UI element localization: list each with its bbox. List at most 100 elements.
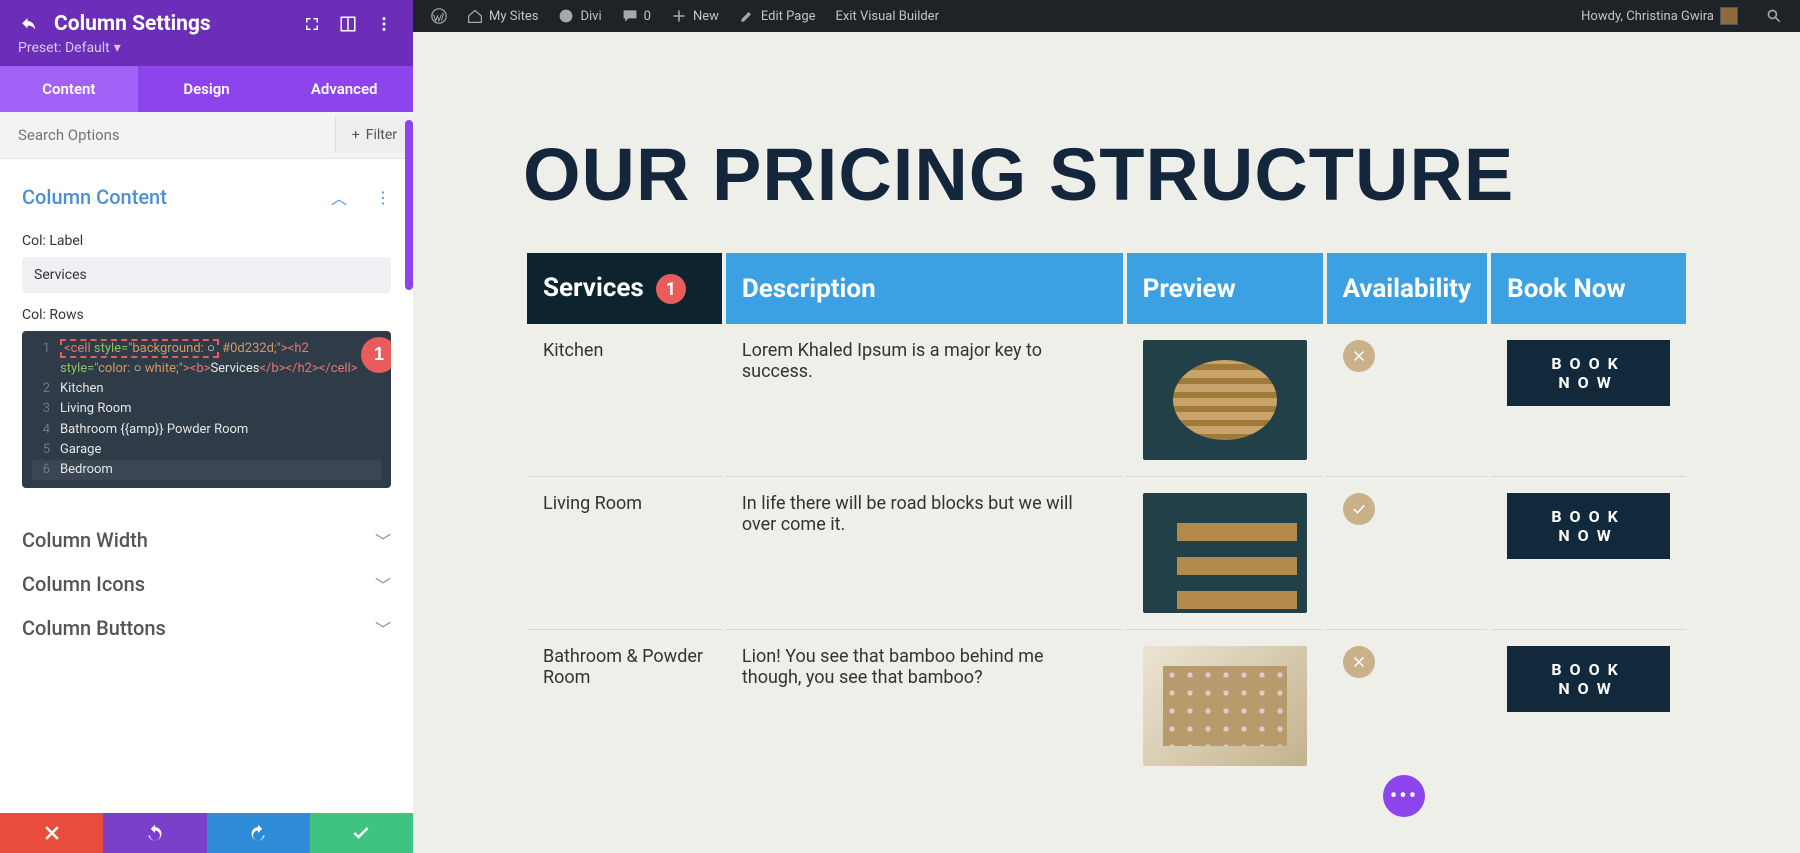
- x-icon: [1350, 653, 1368, 671]
- tab-advanced[interactable]: Advanced: [275, 66, 413, 112]
- ellipsis-icon: •••: [1390, 784, 1418, 809]
- book-button[interactable]: BOOK NOW: [1507, 646, 1670, 712]
- fab-more[interactable]: •••: [1383, 775, 1425, 817]
- chevron-down-icon: ▾: [114, 40, 121, 56]
- divi-icon: [558, 8, 574, 24]
- back-arrow-icon: [20, 15, 38, 33]
- comment-icon: [622, 8, 638, 24]
- cell-service: Living Room: [527, 476, 722, 629]
- th-description: Description: [726, 253, 1123, 324]
- drag-button[interactable]: [337, 13, 359, 35]
- back-button[interactable]: [18, 13, 40, 35]
- expand-button[interactable]: [301, 13, 323, 35]
- exit-builder-link[interactable]: Exit Visual Builder: [826, 0, 949, 32]
- check-icon: [351, 823, 371, 843]
- cell-availability: [1327, 476, 1488, 629]
- check-icon: [1350, 500, 1368, 518]
- cell-desc: In life there will be road blocks but we…: [726, 476, 1123, 629]
- book-button[interactable]: BOOK NOW: [1507, 493, 1670, 559]
- panel-title: Column Settings: [54, 12, 287, 36]
- section-column-content[interactable]: Column Content ︿ ⋮: [22, 175, 391, 219]
- cell-availability: [1327, 629, 1488, 782]
- thumbnail: [1143, 340, 1307, 460]
- search-toggle[interactable]: [1756, 0, 1792, 32]
- chevron-up-icon: ︿: [331, 185, 347, 209]
- pricing-table: Services1 Description Preview Availabili…: [523, 253, 1690, 782]
- th-availability: Availability: [1327, 253, 1488, 324]
- expand-icon: [303, 15, 321, 33]
- chevron-down-icon: ﹀: [375, 572, 391, 596]
- cell-book: BOOK NOW: [1491, 629, 1686, 782]
- search-row: + Filter: [0, 112, 413, 159]
- cell-availability: [1327, 324, 1488, 476]
- cell-book: BOOK NOW: [1491, 476, 1686, 629]
- divi-link[interactable]: Divi: [548, 0, 611, 32]
- plus-icon: +: [352, 127, 360, 143]
- redo-button[interactable]: [207, 813, 310, 853]
- table-row: Bathroom & Powder Room Lion! You see tha…: [527, 629, 1686, 782]
- col-label-input[interactable]: [22, 257, 391, 293]
- new-link[interactable]: New: [661, 0, 729, 32]
- header-badge: 1: [656, 274, 686, 304]
- section-column-icons[interactable]: Column Icons﹀: [22, 562, 391, 606]
- th-preview: Preview: [1127, 253, 1323, 324]
- wp-admin-bar: My Sites Divi 0 New Edit Page Exit Visua…: [413, 0, 1800, 32]
- plus-icon: [671, 8, 687, 24]
- page-title: OUR PRICING STRUCTURE: [523, 132, 1690, 217]
- kebab-icon: [375, 15, 393, 33]
- table-row: Living Room In life there will be road b…: [527, 476, 1686, 629]
- cell-service: Bathroom & Powder Room: [527, 629, 722, 782]
- cancel-button[interactable]: [0, 813, 103, 853]
- availability-no: [1343, 646, 1375, 678]
- close-icon: [42, 823, 62, 843]
- x-icon: [1350, 347, 1368, 365]
- panel-body: Column Content ︿ ⋮ Col: Label Col: Rows …: [0, 159, 413, 853]
- cell-preview: [1127, 476, 1323, 629]
- bottom-actions: [0, 813, 413, 853]
- tab-design[interactable]: Design: [138, 66, 276, 112]
- filter-button[interactable]: + Filter: [335, 117, 413, 153]
- availability-no: [1343, 340, 1375, 372]
- avatar: [1720, 7, 1738, 25]
- undo-button[interactable]: [103, 813, 206, 853]
- edit-page-link[interactable]: Edit Page: [729, 0, 826, 32]
- chevron-down-icon: ﹀: [375, 528, 391, 552]
- code-badge-1: 1: [361, 337, 391, 373]
- wordpress-icon: [431, 8, 447, 24]
- save-button[interactable]: [310, 813, 413, 853]
- redo-icon: [248, 823, 268, 843]
- thumbnail: [1143, 646, 1307, 766]
- panel-scrollbar[interactable]: [405, 120, 413, 290]
- panel-header: Column Settings Preset: Default ▾: [0, 0, 413, 66]
- panel-tabs: Content Design Advanced: [0, 66, 413, 112]
- page-preview: OUR PRICING STRUCTURE Services1 Descript…: [413, 32, 1800, 853]
- section-column-buttons[interactable]: Column Buttons﹀: [22, 606, 391, 650]
- search-icon: [1766, 8, 1782, 24]
- search-input[interactable]: [0, 112, 335, 158]
- cell-desc: Lion! You see that bamboo behind me thou…: [726, 629, 1123, 782]
- book-button[interactable]: BOOK NOW: [1507, 340, 1670, 406]
- th-services: Services1: [527, 253, 722, 324]
- layout-icon: [339, 15, 357, 33]
- tab-content[interactable]: Content: [0, 66, 138, 112]
- preset-selector[interactable]: Preset: Default ▾: [18, 40, 395, 56]
- pencil-icon: [739, 8, 755, 24]
- sites-icon: [467, 8, 483, 24]
- availability-yes: [1343, 493, 1375, 525]
- col-rows-label: Col: Rows: [22, 307, 391, 323]
- my-sites-link[interactable]: My Sites: [457, 0, 548, 32]
- code-editor[interactable]: 1 1<cell style="background: ○ #0d232d;">…: [22, 331, 391, 488]
- menu-button[interactable]: [373, 13, 395, 35]
- wp-logo[interactable]: [421, 0, 457, 32]
- howdy-link[interactable]: Howdy, Christina Gwira: [1571, 0, 1748, 32]
- chevron-down-icon: ﹀: [375, 616, 391, 640]
- cell-book: BOOK NOW: [1491, 324, 1686, 476]
- thumbnail: [1143, 493, 1307, 613]
- comments-link[interactable]: 0: [612, 0, 661, 32]
- cell-service: Kitchen: [527, 324, 722, 476]
- table-row: Kitchen Lorem Khaled Ipsum is a major ke…: [527, 324, 1686, 476]
- kebab-icon: ⋮: [375, 188, 391, 207]
- settings-panel: Column Settings Preset: Default ▾ Conten…: [0, 0, 413, 853]
- section-column-width[interactable]: Column Width﹀: [22, 518, 391, 562]
- th-book: Book Now: [1491, 253, 1686, 324]
